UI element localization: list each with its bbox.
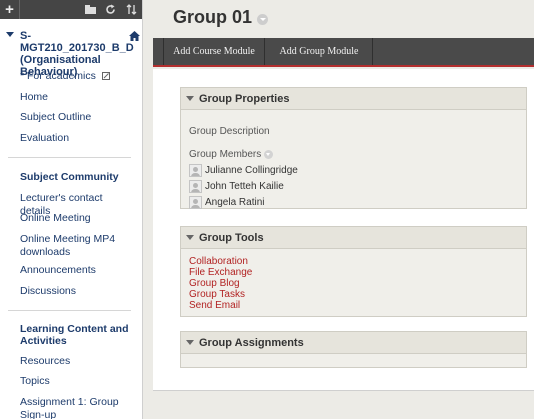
sidebar-divider <box>8 157 131 158</box>
avatar-icon <box>189 196 202 209</box>
sidebar-item-assignment-group-signup[interactable]: Assignment 1: Group Sign-up <box>20 396 135 419</box>
collapse-arrow-icon[interactable] <box>186 235 194 240</box>
home-icon[interactable] <box>129 31 140 44</box>
sidebar-item-label: * For academics <box>20 70 96 82</box>
sidebar-item-resources[interactable]: Resources <box>20 355 135 368</box>
course-menu-sidebar: + S-MGT210_201730_B_D (Organisational Be… <box>0 0 143 419</box>
avatar-icon <box>189 164 202 177</box>
content-area: Group Properties Group Description Group… <box>153 69 534 391</box>
group-members-label-row: Group Members <box>189 149 526 160</box>
chevron-down-icon[interactable] <box>257 13 269 25</box>
group-assignments-panel: Group Assignments <box>180 331 527 368</box>
group-properties-panel: Group Properties Group Description Group… <box>180 87 527 209</box>
member-name: Julianne Collingridge <box>205 165 298 176</box>
tool-link-collaboration[interactable]: Collaboration <box>189 256 526 267</box>
sidebar-item-subject-outline[interactable]: Subject Outline <box>20 111 135 124</box>
sidebar-item-online-meeting-mp4[interactable]: Online Meeting MP4 downloads <box>20 233 135 259</box>
sidebar-item-discussions[interactable]: Discussions <box>20 285 135 298</box>
collapse-arrow-icon[interactable] <box>186 340 194 345</box>
tool-link-file-exchange[interactable]: File Exchange <box>189 267 526 278</box>
group-tools-panel: Group Tools Collaboration File Exchange … <box>180 226 527 317</box>
page-title-text: Group 01 <box>173 7 253 27</box>
sidebar-item-home[interactable]: Home <box>20 91 135 104</box>
sidebar-item-evaluation[interactable]: Evaluation <box>20 132 135 145</box>
collapse-arrow-icon[interactable] <box>186 96 194 101</box>
action-bar: Add Course Module Add Group Module <box>153 38 534 67</box>
tool-link-send-email[interactable]: Send Email <box>189 300 526 311</box>
group-properties-body: Group Description Group Members Julianne… <box>181 110 526 210</box>
add-group-module-button[interactable]: Add Group Module <box>266 38 373 65</box>
refresh-icon[interactable] <box>100 0 120 19</box>
group-members-label: Group Members <box>189 149 262 160</box>
member-name: John Tetteh Kailie <box>205 181 284 192</box>
sidebar-heading-learning-content: Learning Content and Activities <box>20 323 129 347</box>
member-item[interactable]: John Tetteh Kailie <box>189 179 526 194</box>
chevron-down-icon[interactable] <box>264 150 274 159</box>
group-properties-header[interactable]: Group Properties <box>181 88 526 110</box>
member-item[interactable]: Angela Ratini <box>189 195 526 210</box>
sidebar-item-announcements[interactable]: Announcements <box>20 264 135 277</box>
sidebar-toolbar: + <box>0 0 142 19</box>
folder-view-icon[interactable] <box>80 0 100 19</box>
group-tools-header[interactable]: Group Tools <box>181 227 526 249</box>
group-description-label: Group Description <box>189 126 270 137</box>
external-link-icon <box>101 72 110 80</box>
sidebar-item-topics[interactable]: Topics <box>20 375 135 388</box>
panel-title: Group Assignments <box>199 336 304 349</box>
sidebar-item-for-academics[interactable]: * For academics <box>20 70 135 83</box>
member-list: Julianne Collingridge John Tetteh Kailie… <box>189 163 526 210</box>
group-tools-body: Collaboration File Exchange Group Blog G… <box>181 249 526 311</box>
member-name: Angela Ratini <box>205 197 265 208</box>
page-title: Group 01 <box>173 7 269 28</box>
panel-title: Group Properties <box>199 92 290 105</box>
sidebar-heading-subject-community: Subject Community <box>20 171 119 183</box>
add-course-module-button[interactable]: Add Course Module <box>163 38 265 65</box>
member-item[interactable]: Julianne Collingridge <box>189 163 526 178</box>
sort-icon[interactable] <box>121 0 141 19</box>
collapse-toggle-icon[interactable] <box>6 32 14 37</box>
tool-link-group-blog[interactable]: Group Blog <box>189 278 526 289</box>
sidebar-divider <box>8 310 131 311</box>
panel-title: Group Tools <box>199 231 264 244</box>
sidebar-item-online-meeting[interactable]: Online Meeting <box>20 212 135 225</box>
tool-link-group-tasks[interactable]: Group Tasks <box>189 289 526 300</box>
avatar-icon <box>189 180 202 193</box>
add-menu-item-icon[interactable]: + <box>0 0 20 19</box>
group-assignments-header[interactable]: Group Assignments <box>181 332 526 354</box>
